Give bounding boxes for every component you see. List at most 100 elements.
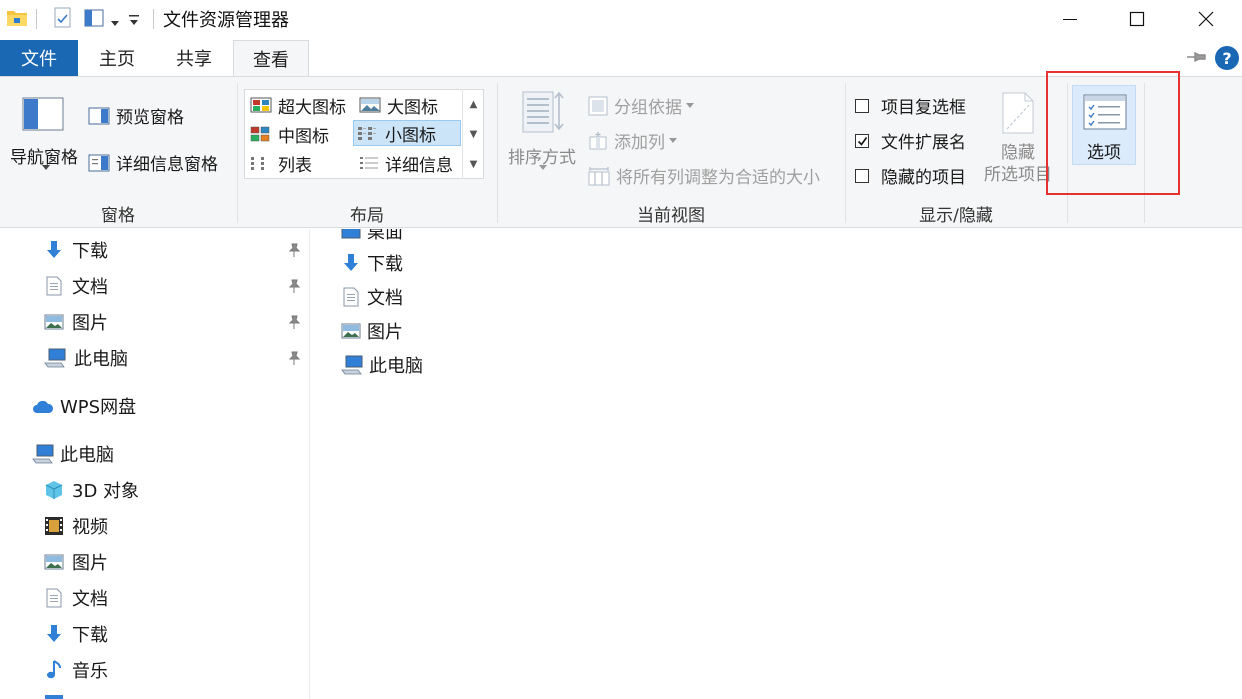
hide-selected-items-button[interactable]: [1000, 91, 1036, 135]
file-extensions-toggle[interactable]: 文件扩展名: [855, 128, 966, 153]
file-extensions-checkbox[interactable]: [855, 133, 869, 148]
item-checkboxes-toggle[interactable]: 项目复选框: [855, 93, 966, 118]
nav-item-wps-drive[interactable]: WPS网盘: [32, 389, 136, 423]
add-columns-button[interactable]: 添加列: [588, 128, 677, 153]
extra-large-icons-icon: [250, 97, 272, 113]
file-item-desktop[interactable]: 桌面: [341, 229, 403, 247]
window-title: 文件资源管理器: [163, 10, 289, 31]
gallery-expand-icon[interactable]: ▼: [463, 149, 484, 179]
chevron-down-icon[interactable]: [539, 165, 547, 171]
tab-home[interactable]: 主页: [80, 40, 154, 76]
nav-item-this-pc[interactable]: 此电脑: [32, 437, 114, 471]
document-icon: [46, 276, 62, 296]
new-folder-layout-icon[interactable]: [84, 7, 106, 34]
nav-item-this-pc-quick[interactable]: 此电脑: [44, 341, 128, 375]
help-icon[interactable]: ?: [1215, 46, 1239, 70]
layout-small-icons[interactable]: 小图标: [353, 120, 461, 146]
group-by-label: 分组依据: [614, 98, 682, 118]
size-all-columns-button[interactable]: 将所有列调整为合适的大小: [588, 163, 820, 188]
nav-item-label: 视频: [72, 517, 108, 538]
dropdown-arrow-icon[interactable]: [110, 13, 120, 33]
item-checkboxes-checkbox[interactable]: [855, 98, 869, 113]
file-item-pictures[interactable]: 图片: [341, 315, 403, 347]
file-item-this-pc[interactable]: 此电脑: [341, 349, 423, 381]
folder-app-icon[interactable]: [6, 7, 28, 34]
nav-item-pictures[interactable]: 图片: [44, 305, 108, 339]
nav-item-3d-objects[interactable]: 3D 对象: [44, 473, 139, 507]
chevron-down-icon: [669, 137, 677, 143]
show-hide-group-label: 显示/隐藏: [919, 206, 993, 226]
nav-item-documents[interactable]: 文档: [44, 269, 108, 303]
customize-quick-access-icon[interactable]: [128, 12, 140, 32]
group-by-icon: [588, 96, 608, 115]
file-extensions-label: 文件扩展名: [881, 133, 966, 153]
group-by-button[interactable]: 分组依据: [588, 93, 694, 118]
file-item-label: 桌面: [367, 229, 403, 243]
details-pane-button[interactable]: 详细信息窗格: [88, 150, 218, 175]
nav-item-pictures-pc[interactable]: 图片: [44, 545, 108, 579]
sort-by-button[interactable]: [520, 89, 566, 135]
computer-icon: [32, 444, 54, 464]
tab-view[interactable]: 查看: [233, 40, 309, 77]
picture-icon: [341, 323, 361, 339]
file-item-label: 文档: [367, 288, 403, 309]
gallery-scroll-down-icon[interactable]: ▼: [463, 119, 484, 149]
large-icons-icon: [359, 97, 381, 113]
small-icons-icon: [358, 127, 376, 140]
pin-icon[interactable]: [287, 351, 301, 365]
close-icon: [1198, 11, 1214, 27]
ribbon-tabs: 文件 主页 共享 查看: [0, 40, 1242, 77]
nav-item-music[interactable]: 音乐: [44, 653, 108, 687]
file-item-downloads[interactable]: 下载: [341, 247, 403, 279]
layout-group-label: 布局: [350, 206, 384, 226]
nav-item-videos[interactable]: 视频: [44, 509, 108, 543]
preview-pane-button[interactable]: 预览窗格: [88, 103, 184, 128]
gallery-scroll-up-icon[interactable]: ▲: [463, 89, 484, 119]
details-pane-icon: [88, 154, 110, 171]
hidden-items-toggle[interactable]: 隐藏的项目: [855, 163, 966, 188]
nav-item-downloads-pc[interactable]: 下载: [44, 617, 108, 651]
pin-icon[interactable]: [287, 243, 301, 257]
layout-medium-icons[interactable]: 中图标: [247, 121, 329, 147]
hide-selected-items-label[interactable]: 隐藏 所选项目: [980, 142, 1056, 186]
large-icons-label: 大图标: [387, 97, 438, 118]
layout-extra-large-icons[interactable]: 超大图标: [247, 92, 346, 118]
properties-icon[interactable]: [53, 7, 73, 34]
nav-item-label: 3D 对象: [72, 481, 140, 502]
layout-list[interactable]: 列表: [247, 150, 312, 176]
sort-by-icon: [522, 91, 564, 133]
nav-item-documents-pc[interactable]: 文档: [44, 581, 108, 615]
nav-item-label: 图片: [72, 313, 108, 334]
computer-icon: [44, 348, 66, 368]
pin-icon[interactable]: [287, 279, 301, 293]
hidden-items-label: 隐藏的项目: [881, 168, 966, 188]
details-pane-label: 详细信息窗格: [116, 155, 218, 175]
chevron-down-icon[interactable]: [42, 165, 50, 171]
pin-ribbon-icon[interactable]: [1185, 47, 1207, 72]
layout-details[interactable]: 详细信息: [356, 150, 453, 176]
ribbon-view-panel: 导航窗格 预览窗格 详细信息窗格 窗格 超大图标 大图标 中图标 小图标 列表: [0, 76, 1242, 228]
add-columns-label: 添加列: [614, 133, 665, 153]
navigation-pane-icon: [22, 97, 64, 131]
item-checkboxes-label: 项目复选框: [881, 98, 966, 118]
list-label: 列表: [278, 155, 312, 176]
hidden-items-checkbox[interactable]: [855, 168, 869, 183]
list-icon: [251, 157, 264, 170]
file-item-label: 此电脑: [369, 356, 423, 377]
nav-item-label: 文档: [72, 589, 108, 610]
options-button[interactable]: 选项: [1072, 85, 1136, 165]
extra-large-icons-label: 超大图标: [278, 97, 346, 118]
close-button[interactable]: [1170, 0, 1242, 38]
maximize-button[interactable]: [1101, 0, 1173, 38]
pin-icon[interactable]: [287, 315, 301, 329]
group-separator: [1067, 83, 1068, 223]
layout-large-icons[interactable]: 大图标: [356, 92, 438, 118]
nav-item-downloads[interactable]: 下载: [44, 233, 108, 267]
navigation-pane-button[interactable]: [22, 95, 66, 135]
tab-file[interactable]: 文件: [0, 40, 78, 76]
file-item-documents[interactable]: 文档: [341, 281, 403, 313]
minimize-button[interactable]: [1034, 0, 1106, 38]
tab-share[interactable]: 共享: [156, 40, 232, 76]
picture-icon: [44, 554, 64, 570]
download-icon: [344, 254, 358, 271]
